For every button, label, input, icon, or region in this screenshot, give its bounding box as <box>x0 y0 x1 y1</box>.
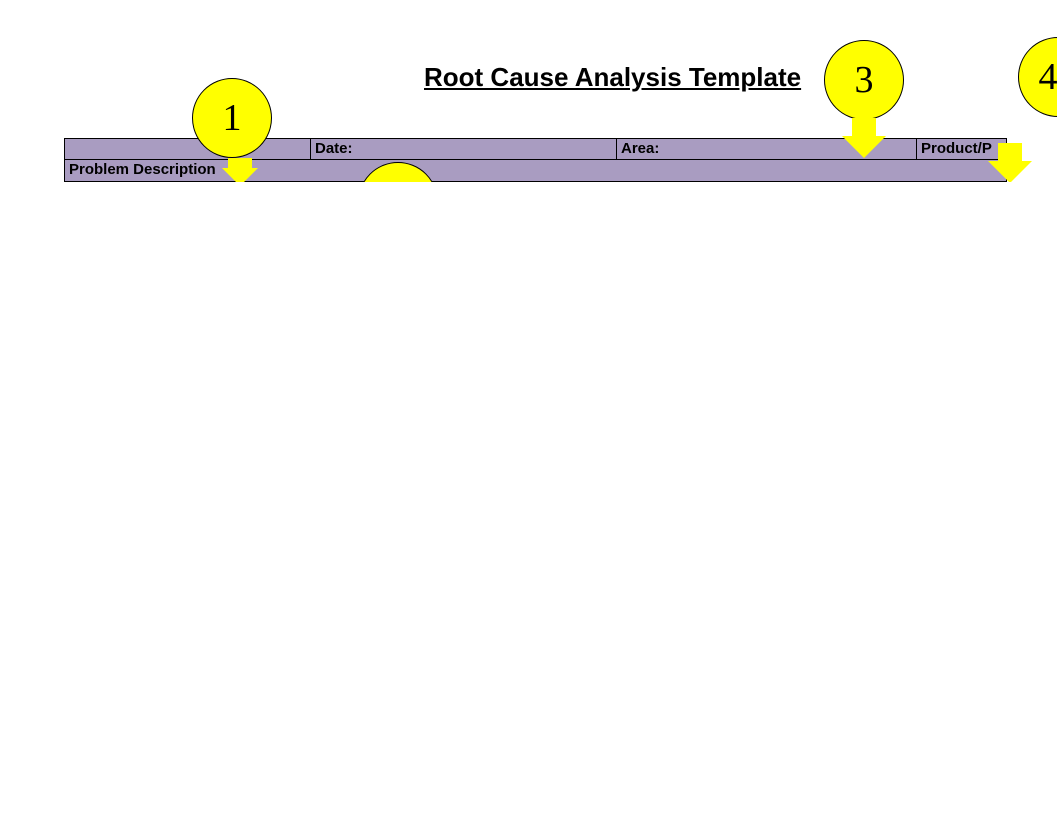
callout-partial-below <box>358 162 438 182</box>
callout-circle-1: 1 <box>192 78 272 158</box>
document-title: Root Cause Analysis Template <box>424 62 801 93</box>
callout-number-3: 3 <box>855 58 874 102</box>
callout-1: 1 <box>192 78 272 158</box>
callout-number-4: 4 <box>1039 55 1057 99</box>
callout-1-arrow <box>218 158 262 182</box>
document-canvas: Root Cause Analysis Template Date: Area:… <box>0 0 1057 817</box>
callout-circle-3: 3 <box>824 40 904 120</box>
header-cell-date: Date: <box>311 139 617 159</box>
problem-description-row: Problem Description <box>64 160 1007 182</box>
callout-3: 3 <box>824 40 904 160</box>
callout-3-arrow <box>824 118 904 158</box>
callout-4-arrow <box>988 143 1032 182</box>
callout-number-1: 1 <box>223 96 242 140</box>
callout-4-partial: 4 <box>1018 37 1057 117</box>
header-cell-blank <box>65 139 311 159</box>
